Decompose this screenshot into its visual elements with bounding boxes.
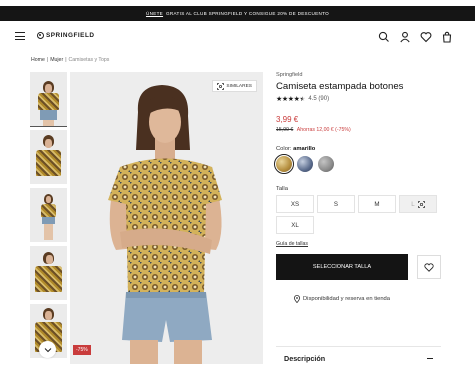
heart-icon [424,262,434,272]
bag-icon[interactable] [441,30,453,43]
size-s-button[interactable]: S [317,195,355,213]
scan-icon [217,82,225,90]
availability-text: Disponibilidad y reserva en tienda [302,296,390,302]
breadcrumb: Home | Mujer | Camisetas y Tops [31,57,110,63]
size-grid: XS S M L XL [276,195,446,234]
size-m-button[interactable]: M [358,195,396,213]
discount-badge: -75% [73,345,91,355]
current-price: 3,99 € [276,115,299,124]
menu-icon[interactable] [15,32,25,40]
product-brand: Springfield [276,72,303,78]
old-price-line: 15,99 € Ahorras 12,00 € (-75%) [276,127,446,133]
collapse-minus-icon [427,357,433,359]
breadcrumb-mujer[interactable]: Mujer [50,57,63,63]
thumbnail-1[interactable] [30,72,67,127]
product-title: Camiseta estampada botones [276,81,404,92]
store-availability-link[interactable]: Disponibilidad y reserva en tienda [276,295,408,303]
breadcrumb-home[interactable]: Home [31,57,45,63]
similares-label: SIMILARES [226,83,252,89]
purchase-actions: SELECCIONAR TALLA [276,254,446,280]
product-info-panel: Springfield Camiseta estampada botones ★… [273,72,446,303]
description-accordion[interactable]: Descripción [276,346,441,369]
old-price: 15,99 € [276,127,294,133]
description-label: Descripción [284,353,326,363]
breadcrumb-current[interactable]: Camisetas y Tops [69,57,110,63]
logo-mark-icon [37,32,44,39]
size-guide-link[interactable]: Guía de tallas [276,241,446,247]
swatch-amarillo[interactable] [273,153,295,175]
location-pin-icon [293,295,300,303]
size-xs-button[interactable]: XS [276,195,314,213]
promo-link[interactable]: ÚNETE [146,11,163,16]
search-icon[interactable] [378,30,390,42]
rating-stars-icon: ★★★★★ [276,96,306,103]
brand-logo[interactable]: SPRINGFIELD [37,32,94,39]
thumbnails-scroll-down-button[interactable] [39,341,56,358]
color-swatches [273,153,446,175]
site-header: SPRINGFIELD [0,28,475,46]
size-l-button[interactable]: L [399,195,437,213]
chevron-down-icon [44,347,51,352]
model-photo [108,85,222,364]
size-xl-button[interactable]: XL [276,216,314,234]
thumbnail-3[interactable] [30,188,67,242]
swatch-gris[interactable] [318,156,334,172]
user-icon[interactable] [399,30,411,43]
savings-text: Ahorras 12,00 € (-75%) [296,127,351,133]
swatch-azul[interactable] [297,156,313,172]
add-to-wishlist-button[interactable] [417,255,441,279]
heart-icon[interactable] [420,30,432,43]
thumbnail-strip [30,72,67,364]
color-label: Color: amarillo [276,146,446,152]
color-label-text: Color: [276,146,292,152]
select-size-button[interactable]: SELECCIONAR TALLA [276,254,408,280]
promo-text: GRATIS AL CLUB SPRINGFIELD Y CONSIGUE 20… [166,11,330,16]
notify-icon [417,200,425,208]
size-label: Talla [276,186,288,192]
thumbnail-2[interactable] [30,130,67,184]
product-rating[interactable]: ★★★★★ 4.5 (90) [276,95,446,103]
thumbnail-4[interactable] [30,246,67,300]
logo-text: SPRINGFIELD [46,32,95,39]
promo-bar[interactable]: ÚNETE GRATIS AL CLUB SPRINGFIELD Y CONSI… [0,6,475,21]
similares-button[interactable]: SIMILARES [212,80,257,92]
size-l-label: L [411,200,415,208]
color-value: amarillo [293,146,316,152]
rating-text: 4.5 (90) [308,96,330,102]
main-product-image[interactable]: SIMILARES -75% [70,72,263,364]
